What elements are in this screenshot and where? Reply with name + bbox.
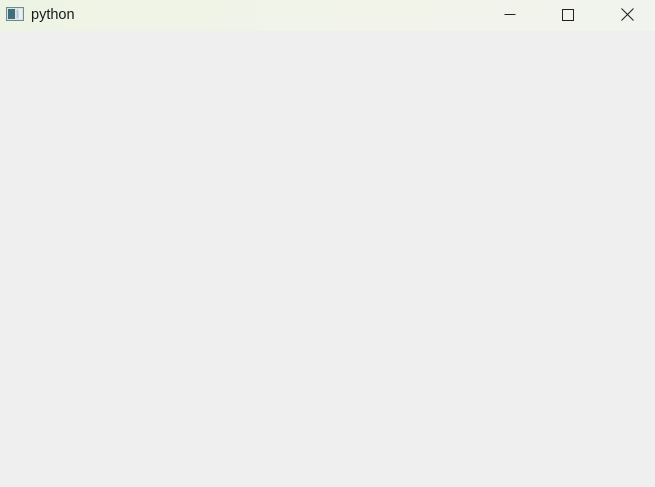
maximize-icon — [562, 8, 574, 21]
maximize-button[interactable] — [540, 0, 596, 29]
minimize-icon — [504, 9, 516, 21]
window-client-area — [0, 31, 655, 487]
app-window: python — [0, 0, 655, 487]
close-button[interactable] — [599, 0, 655, 29]
title-bar[interactable]: python — [0, 0, 655, 31]
close-icon — [620, 8, 634, 21]
tk-window-icon[interactable] — [6, 7, 24, 21]
window-title: python — [31, 7, 75, 23]
minimize-button[interactable] — [482, 0, 538, 29]
